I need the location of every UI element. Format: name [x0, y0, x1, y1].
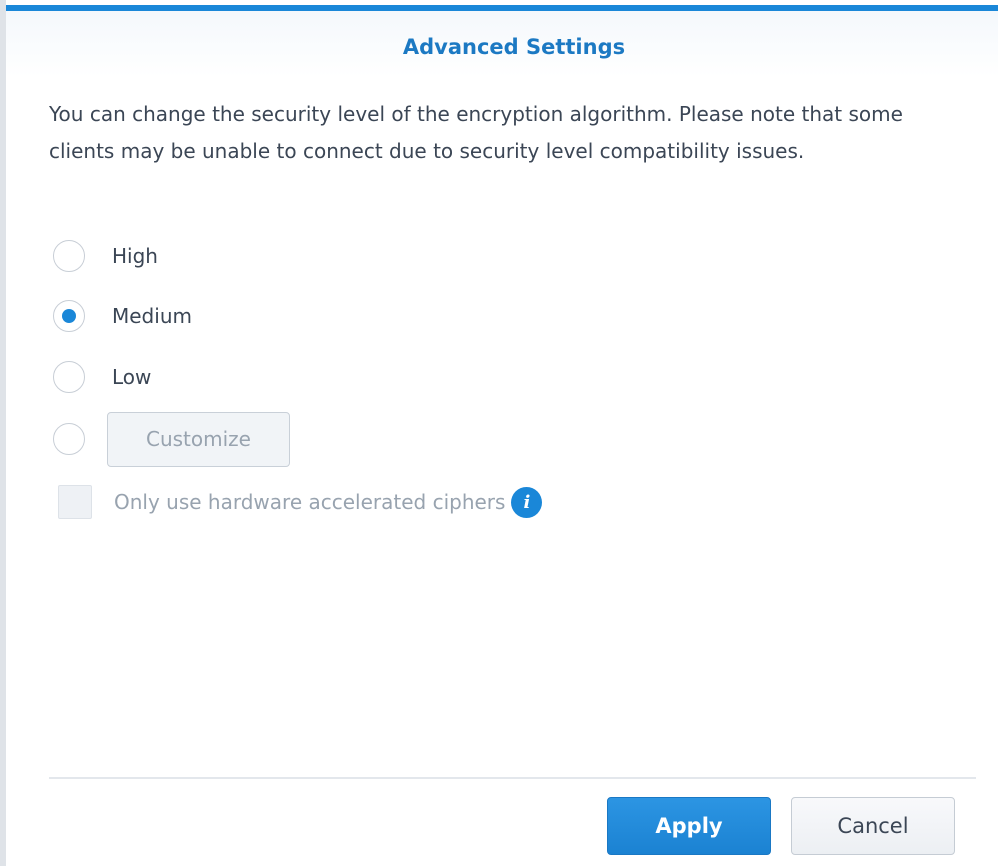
- radio-low[interactable]: [53, 361, 85, 393]
- hardware-ciphers-checkbox[interactable]: [58, 485, 92, 519]
- radio-medium[interactable]: [53, 300, 85, 332]
- option-medium[interactable]: Medium: [53, 296, 192, 336]
- cancel-button[interactable]: Cancel: [791, 797, 955, 855]
- customize-button[interactable]: Customize: [107, 411, 290, 467]
- option-low[interactable]: Low: [53, 357, 151, 397]
- option-label-low: Low: [112, 365, 152, 389]
- advanced-settings-dialog: Advanced Settings You can change the sec…: [0, 0, 998, 866]
- footer-divider: [49, 777, 976, 779]
- description-text: You can change the security level of the…: [49, 102, 903, 163]
- option-customize[interactable]: Customize: [53, 411, 290, 467]
- radio-customize[interactable]: [53, 423, 85, 455]
- radio-high[interactable]: [53, 240, 85, 272]
- info-icon[interactable]: i: [511, 486, 543, 518]
- option-high[interactable]: High: [53, 236, 158, 276]
- option-label-medium: Medium: [112, 304, 192, 328]
- hardware-ciphers-option[interactable]: Only use hardware accelerated ciphers i: [58, 482, 543, 522]
- hardware-ciphers-label: Only use hardware accelerated ciphers: [114, 490, 506, 514]
- apply-button[interactable]: Apply: [607, 797, 771, 855]
- option-label-high: High: [112, 244, 158, 268]
- dialog-title: Advanced Settings: [402, 35, 626, 59]
